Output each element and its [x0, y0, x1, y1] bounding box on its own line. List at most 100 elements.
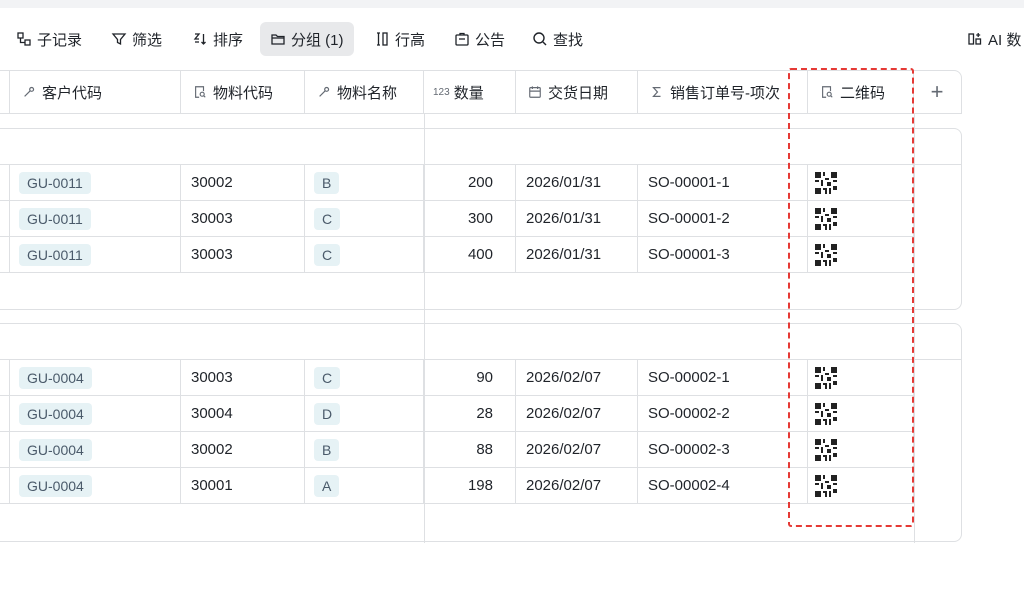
date-cell[interactable]: 2026/02/07: [516, 432, 638, 467]
group-button[interactable]: 分组 (1): [260, 22, 354, 56]
qrcode-cell[interactable]: [808, 468, 914, 503]
table-row[interactable]: GU-0004 30004 D 28 2026/02/07 SO-00002-2: [0, 396, 914, 432]
date-cell[interactable]: 2026/02/07: [516, 360, 638, 395]
table-row[interactable]: GU-0011 30003 C 300 2026/01/31 SO-00001-…: [0, 201, 914, 237]
material-code-cell[interactable]: 30002: [181, 165, 305, 200]
customer-tag: GU-0004: [19, 402, 92, 425]
quantity-cell[interactable]: 28: [424, 396, 516, 431]
ai-button[interactable]: AI 数: [967, 22, 1021, 56]
header-qrcode[interactable]: 二维码: [808, 71, 914, 113]
row-height-label: 行高: [395, 31, 426, 49]
qrcode-cell[interactable]: [808, 201, 914, 236]
customer-cell[interactable]: GU-0004: [10, 468, 181, 503]
header-label: 物料名称: [337, 84, 398, 102]
customer-cell[interactable]: GU-0011: [10, 165, 181, 200]
table-row[interactable]: GU-0004 30003 C 90 2026/02/07 SO-00002-1: [0, 360, 914, 396]
material-name-cell[interactable]: C: [305, 237, 424, 272]
so-cell[interactable]: SO-00001-1: [638, 165, 808, 200]
quantity-cell[interactable]: 300: [424, 201, 516, 236]
material-name-cell[interactable]: B: [305, 432, 424, 467]
date-cell[interactable]: 2026/01/31: [516, 165, 638, 200]
material-tag: D: [314, 402, 341, 425]
add-column-button[interactable]: +: [914, 71, 960, 113]
qrcode-icon: [815, 207, 837, 230]
qrcode-icon: [815, 243, 837, 266]
material-tag: B: [314, 438, 340, 461]
material-name-cell[interactable]: A: [305, 468, 424, 503]
table-row[interactable]: GU-0004 30002 B 88 2026/02/07 SO-00002-3: [0, 432, 914, 468]
material-code-cell[interactable]: 30004: [181, 396, 305, 431]
header-label: 销售订单号-项次: [670, 84, 780, 102]
row-leading-cell: [0, 237, 10, 272]
header-material-name[interactable]: 物料名称: [305, 71, 424, 113]
find-label: 查找: [553, 31, 584, 49]
customer-cell[interactable]: GU-0004: [10, 396, 181, 431]
table-row[interactable]: GU-0011 30002 B 200 2026/01/31 SO-00001-…: [0, 165, 914, 201]
header-label: 数量: [453, 84, 484, 102]
record-group: GU-0011 30002 B 200 2026/01/31 SO-00001-…: [0, 128, 962, 310]
notice-label: 公告: [475, 31, 506, 49]
material-name-cell[interactable]: D: [305, 396, 424, 431]
material-code-cell[interactable]: 30002: [181, 432, 305, 467]
frozen-column-divider: [424, 114, 425, 543]
customer-cell[interactable]: GU-0011: [10, 237, 181, 272]
notice-button[interactable]: 公告: [454, 22, 505, 56]
row-leading-cell: [0, 201, 10, 236]
qrcode-cell[interactable]: [808, 396, 914, 431]
so-cell[interactable]: SO-00002-2: [638, 396, 808, 431]
material-tag: C: [314, 207, 341, 230]
sub-records-icon: [16, 31, 32, 47]
header-delivery-date[interactable]: 交货日期: [516, 71, 638, 113]
quantity-cell[interactable]: 88: [424, 432, 516, 467]
filter-button[interactable]: 筛选: [111, 22, 162, 56]
sort-button[interactable]: 排序: [192, 22, 243, 56]
group-header[interactable]: [0, 324, 961, 360]
group-header[interactable]: [0, 129, 961, 165]
so-cell[interactable]: SO-00002-3: [638, 432, 808, 467]
row-height-button[interactable]: 行高: [374, 22, 425, 56]
table-row[interactable]: GU-0011 30003 C 400 2026/01/31 SO-00001-…: [0, 237, 914, 273]
material-tag: B: [314, 171, 340, 194]
material-code-cell[interactable]: 30003: [181, 360, 305, 395]
header-quantity[interactable]: 123 数量: [424, 71, 516, 113]
row-leading-cell: [0, 432, 10, 467]
material-name-cell[interactable]: B: [305, 165, 424, 200]
header-material-code[interactable]: 物料代码: [181, 71, 305, 113]
customer-cell[interactable]: GU-0011: [10, 201, 181, 236]
date-cell[interactable]: 2026/02/07: [516, 468, 638, 503]
so-cell[interactable]: SO-00002-1: [638, 360, 808, 395]
qrcode-cell[interactable]: [808, 165, 914, 200]
header-customer-code[interactable]: 客户代码: [10, 71, 181, 113]
customer-cell[interactable]: GU-0004: [10, 360, 181, 395]
quantity-cell[interactable]: 90: [424, 360, 516, 395]
quantity-cell[interactable]: 400: [424, 237, 516, 272]
quantity-cell[interactable]: 198: [424, 468, 516, 503]
date-cell[interactable]: 2026/02/07: [516, 396, 638, 431]
customer-cell[interactable]: GU-0004: [10, 432, 181, 467]
sub-records-label: 子记录: [37, 31, 83, 49]
material-code-cell[interactable]: 30003: [181, 201, 305, 236]
sub-records-button[interactable]: 子记录: [16, 22, 82, 56]
material-name-cell[interactable]: C: [305, 360, 424, 395]
so-cell[interactable]: SO-00001-3: [638, 237, 808, 272]
header-cell-leading: [0, 71, 10, 113]
material-name-cell[interactable]: C: [305, 201, 424, 236]
quantity-cell[interactable]: 200: [424, 165, 516, 200]
so-cell[interactable]: SO-00001-2: [638, 201, 808, 236]
qrcode-cell[interactable]: [808, 360, 914, 395]
qrcode-cell[interactable]: [808, 432, 914, 467]
date-cell[interactable]: 2026/01/31: [516, 237, 638, 272]
find-button[interactable]: 查找: [532, 22, 583, 56]
date-cell[interactable]: 2026/01/31: [516, 201, 638, 236]
material-code-cell[interactable]: 30003: [181, 237, 305, 272]
material-tag: C: [314, 243, 341, 266]
filter-icon: [111, 31, 127, 47]
material-tag: C: [314, 366, 341, 389]
table-row[interactable]: GU-0004 30001 A 198 2026/02/07 SO-00002-…: [0, 468, 914, 504]
material-code-cell[interactable]: 30001: [181, 468, 305, 503]
calendar-icon: [529, 86, 541, 98]
so-cell[interactable]: SO-00002-4: [638, 468, 808, 503]
row-leading-cell: [0, 165, 10, 200]
header-so-item[interactable]: 销售订单号-项次: [638, 71, 808, 113]
qrcode-cell[interactable]: [808, 237, 914, 272]
